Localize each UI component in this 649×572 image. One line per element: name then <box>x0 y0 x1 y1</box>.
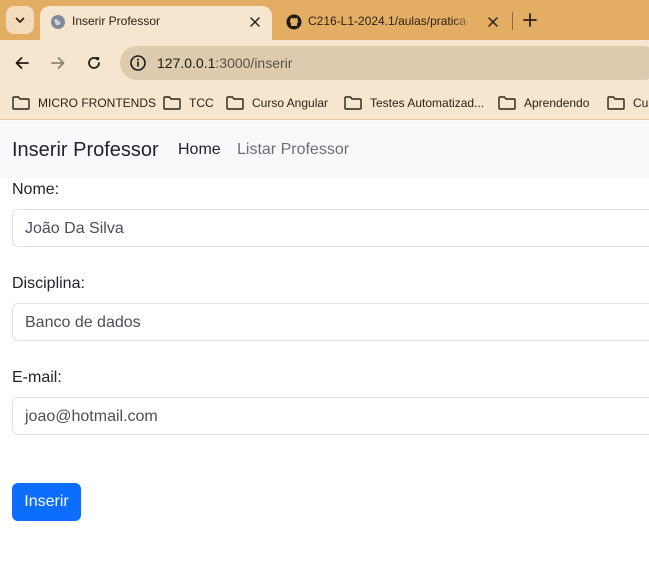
tab-title: Inserir Professor <box>72 14 161 28</box>
url-host: 127.0.0.1 <box>157 55 216 71</box>
address-bar[interactable]: 127.0.0.1:3000/inserir <box>120 46 649 80</box>
plus-icon <box>523 13 537 27</box>
back-button[interactable] <box>9 50 35 76</box>
bookmark-label: TCC <box>189 96 214 110</box>
bookmark-folder-tcc[interactable]: TCC <box>163 93 214 113</box>
tab-title: C216-L1-2024.1/aulas/pratica-6 <box>308 14 468 28</box>
info-icon[interactable] <box>128 53 148 73</box>
bookmark-label: Curso Angular <box>252 96 329 110</box>
tab-inserir-professor[interactable]: Inserir Professor <box>40 6 272 40</box>
bookmark-label: Testes Automatizad... <box>370 96 485 110</box>
nome-label: Nome: <box>12 181 60 198</box>
arrow-right-icon <box>51 57 65 69</box>
url-text: 127.0.0.1:3000/inserir <box>157 55 292 71</box>
folder-icon <box>226 96 244 110</box>
tab-title-fade <box>452 12 478 30</box>
reload-button[interactable] <box>81 50 107 76</box>
email-label: E-mail: <box>12 369 62 386</box>
nav-link-home[interactable]: Home <box>178 141 221 159</box>
bookmark-label: Aprendendo <box>524 96 590 110</box>
disciplina-input-value: Banco de dados <box>25 314 141 331</box>
bookmark-folder-cur[interactable]: Cur <box>607 93 649 113</box>
email-input[interactable]: joao@hotmail.com <box>12 397 649 435</box>
disciplina-label: Disciplina: <box>12 275 85 292</box>
page-navbar: Inserir Professor Home Listar Professor <box>0 121 649 177</box>
folder-icon <box>344 96 362 110</box>
tab-search-button[interactable] <box>6 6 34 34</box>
chevron-down-icon <box>15 17 25 23</box>
bookmark-folder-testes-automatizados[interactable]: Testes Automatizad... <box>344 93 484 113</box>
bookmark-label: MICRO FRONTENDS <box>38 96 156 110</box>
nome-input-value: João Da Silva <box>25 220 124 237</box>
folder-icon <box>12 96 30 110</box>
nav-link-listar-professor[interactable]: Listar Professor <box>237 141 349 159</box>
forward-button[interactable] <box>45 50 71 76</box>
tab-separator <box>512 12 513 30</box>
url-path: :3000/inserir <box>215 55 293 71</box>
globe-icon <box>51 15 65 29</box>
email-input-value: joao@hotmail.com <box>25 408 158 425</box>
inserir-button[interactable]: Inserir <box>12 483 81 521</box>
bookmark-folder-micro-frontends[interactable]: MICRO FRONTENDS <box>12 93 156 113</box>
bookmark-folder-curso-angular[interactable]: Curso Angular <box>226 93 328 113</box>
disciplina-input[interactable]: Banco de dados <box>12 303 649 341</box>
new-tab-button[interactable] <box>518 8 542 32</box>
tab-github-pratica[interactable]: C216-L1-2024.1/aulas/pratica-6 <box>276 6 508 40</box>
reload-icon <box>88 57 100 69</box>
browser-toolbar: 127.0.0.1:3000/inserir <box>0 40 649 86</box>
tab-strip: Inserir Professor C216-L1-2024.1/aulas/p… <box>0 0 649 40</box>
navbar-brand[interactable]: Inserir Professor <box>12 139 159 162</box>
close-tab-icon[interactable] <box>484 13 502 31</box>
folder-icon <box>607 96 625 110</box>
arrow-left-icon <box>15 57 29 69</box>
bookmark-label: Cur <box>633 96 649 110</box>
folder-icon <box>498 96 516 110</box>
folder-icon <box>163 96 181 110</box>
nome-input[interactable]: João Da Silva <box>12 209 649 247</box>
github-icon <box>286 14 302 30</box>
bookmark-folder-aprendendo[interactable]: Aprendendo <box>498 93 589 113</box>
close-tab-icon[interactable] <box>246 13 264 31</box>
bookmarks-bar: MICRO FRONTENDS TCC Curso Angular Testes… <box>0 86 649 120</box>
